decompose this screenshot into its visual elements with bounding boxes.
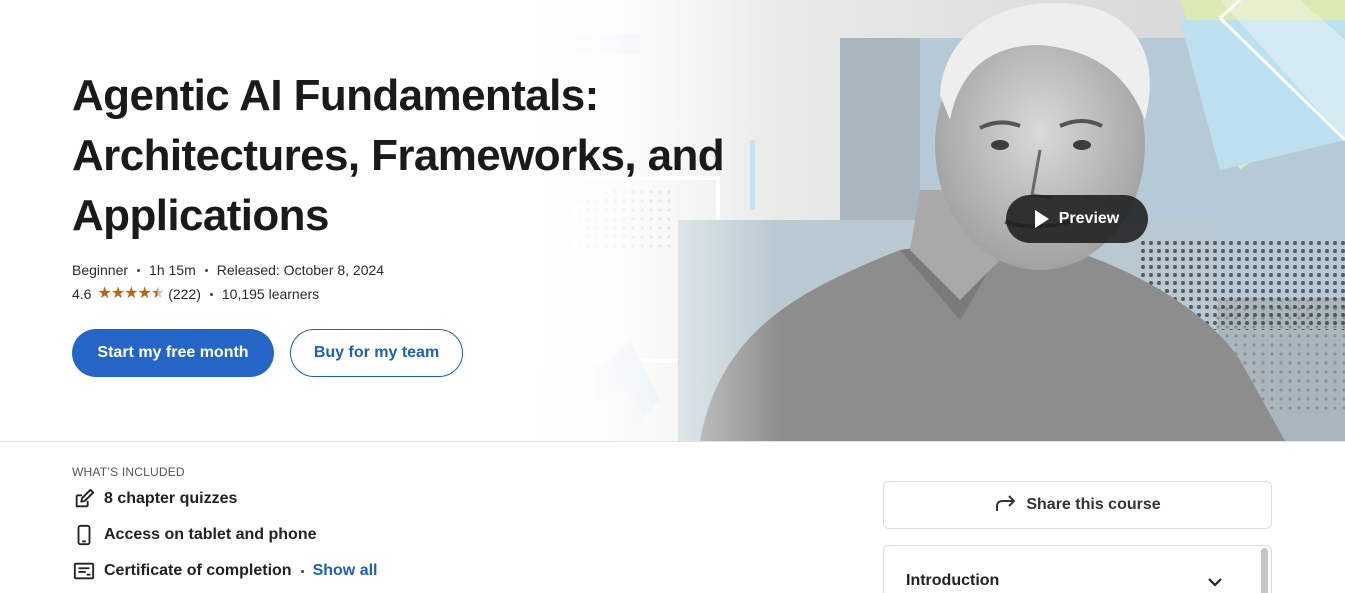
separator-dot xyxy=(300,569,304,573)
preview-label: Preview xyxy=(1058,210,1120,227)
preview-button[interactable]: Preview xyxy=(1006,195,1148,243)
course-title: Agentic AI Fundamentals: Architectures, … xyxy=(72,71,725,240)
star-icon: ★ xyxy=(110,285,125,302)
course-duration: 1h 15m xyxy=(149,262,196,278)
course-meta: Beginner 1h 15m Released: October 8, 202… xyxy=(72,262,384,278)
rating-stars: ★ ★ ★ ★ ★ xyxy=(97,285,165,302)
buy-for-team-button[interactable]: Buy for my team xyxy=(290,329,463,377)
share-course-button[interactable]: Share this course xyxy=(883,481,1272,529)
chapter-title[interactable]: Introduction xyxy=(906,572,999,590)
rating-value: 4.6 xyxy=(72,286,92,302)
course-rating-row: 4.6 ★ ★ ★ ★ ★ (222) 10,195 learners xyxy=(72,285,320,303)
included-item-label: 8 chapter quizzes xyxy=(104,490,238,507)
included-item-label: Access on tablet and phone xyxy=(104,526,317,543)
show-all-link[interactable]: Show all xyxy=(313,562,378,580)
star-icon: ★ xyxy=(97,285,111,302)
separator-dot xyxy=(209,292,213,296)
course-level: Beginner xyxy=(72,262,129,278)
included-item-quizzes: 8 chapter quizzes xyxy=(72,487,237,511)
learner-count: 10,195 learners xyxy=(221,286,320,302)
star-icon: ★ xyxy=(124,285,138,302)
half-star-icon: ★ xyxy=(150,285,165,302)
rating-count[interactable]: (222) xyxy=(168,286,201,302)
separator-dot xyxy=(204,268,208,272)
included-item-mobile-access: Access on tablet and phone xyxy=(72,523,316,547)
separator-dot xyxy=(137,268,141,272)
share-label: Share this course xyxy=(1026,496,1161,513)
included-item-certificate: Certificate of completion Show all xyxy=(72,559,377,583)
share-icon xyxy=(994,493,1018,518)
whats-included-heading: WHAT’S INCLUDED xyxy=(72,465,185,479)
section-divider xyxy=(0,441,1345,442)
edit-icon xyxy=(72,487,96,511)
star-icon: ★ xyxy=(137,285,152,302)
release-date: Released: October 8, 2024 xyxy=(216,262,385,278)
included-item-label: Certificate of completion xyxy=(104,562,292,579)
phone-icon xyxy=(72,523,96,547)
scrollbar[interactable] xyxy=(1261,548,1268,593)
play-icon xyxy=(1034,210,1049,228)
certificate-icon xyxy=(72,559,96,583)
start-free-month-button[interactable]: Start my free month xyxy=(72,329,274,377)
course-hero: Agentic AI Fundamentals: Architectures, … xyxy=(0,0,1345,441)
chevron-down-icon[interactable] xyxy=(1207,574,1223,592)
table-of-contents: Introduction xyxy=(883,545,1272,593)
